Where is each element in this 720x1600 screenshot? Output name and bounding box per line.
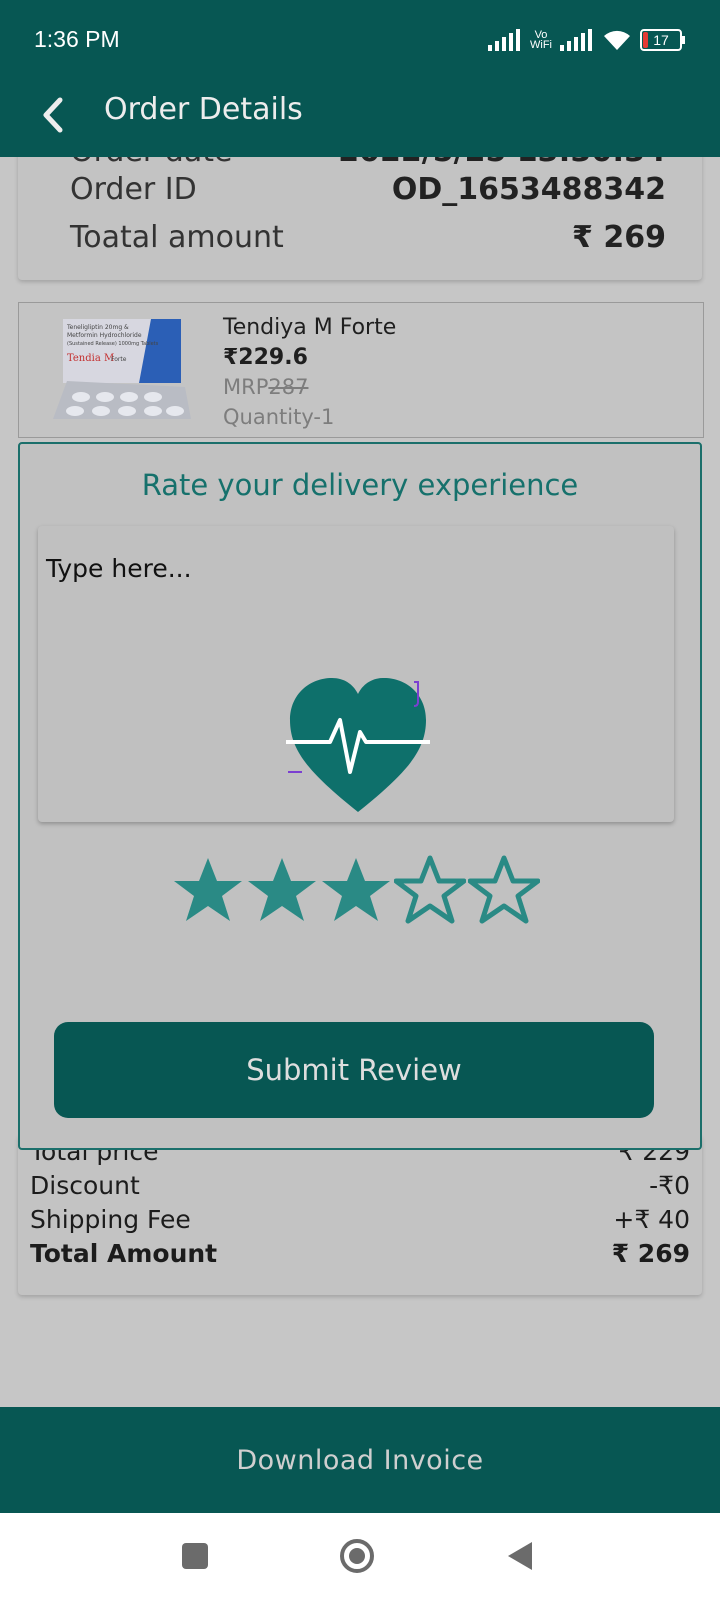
order-id-label: Order ID <box>70 172 197 207</box>
recents-square-icon[interactable] <box>176 1537 214 1575</box>
product-price: ₹229.6 <box>223 345 308 370</box>
shipping-row: Shipping Fee +₹ 40 <box>30 1205 690 1234</box>
status-time: 1:36 PM <box>34 26 120 52</box>
svg-text:Metformin Hydrochloride: Metformin Hydrochloride <box>67 332 142 339</box>
star-filled-icon[interactable] <box>246 854 318 926</box>
cellular-signal-2-icon <box>560 29 592 51</box>
order-amount-row: Toatal amount ₹ 269 <box>70 220 666 255</box>
rating-dialog: Rate your delivery experience Submit Rev… <box>18 442 702 1150</box>
product-mrp-label: MRP <box>223 375 269 399</box>
discount-row: Discount -₹0 <box>30 1171 690 1200</box>
download-invoice-button[interactable]: Download Invoice <box>0 1407 720 1513</box>
price-summary-card: Total price ₹ 229 Discount -₹0 Shipping … <box>18 1135 702 1295</box>
status-icons: Vo WiFi 17 <box>488 26 685 54</box>
product-mrp: MRP287 <box>223 375 308 399</box>
status-bar: 1:36 PM Vo WiFi 17 <box>0 0 720 80</box>
order-amount-label: Toatal amount <box>70 220 284 255</box>
battery-icon: 17 <box>640 29 685 51</box>
submit-review-button[interactable]: Submit Review <box>54 1022 654 1118</box>
page-title: Order Details <box>104 92 303 127</box>
battery-level: 17 <box>653 32 669 48</box>
discount-label: Discount <box>30 1171 140 1200</box>
shipping-value: +₹ 40 <box>613 1205 690 1234</box>
app-bar: Order Details <box>0 80 720 157</box>
product-image: Teneligliptin 20mg & Metformin Hydrochlo… <box>53 319 191 419</box>
product-quantity: Quantity-1 <box>223 405 335 429</box>
total-amount-value: ₹ 269 <box>611 1239 690 1268</box>
system-nav-bar <box>0 1513 720 1600</box>
svg-text:Forte: Forte <box>111 356 127 363</box>
vowifi-icon: Vo WiFi <box>530 29 552 51</box>
svg-text:Teneligliptin 20mg &: Teneligliptin 20mg & <box>66 324 129 331</box>
star-filled-icon[interactable] <box>320 854 392 926</box>
shipping-label: Shipping Fee <box>30 1205 191 1234</box>
rating-stars <box>172 854 540 926</box>
total-amount-row: Total Amount ₹ 269 <box>30 1239 690 1268</box>
home-circle-icon[interactable] <box>338 1537 376 1575</box>
dialog-title: Rate your delivery experience <box>141 468 579 502</box>
order-id-value: OD_1653488342 <box>391 172 666 207</box>
total-amount-label: Total Amount <box>30 1239 218 1268</box>
product-name: Tendiya M Forte <box>223 315 397 340</box>
discount-value: -₹0 <box>649 1171 690 1200</box>
star-filled-icon[interactable] <box>172 854 244 926</box>
wifi-icon <box>604 30 630 50</box>
svg-text:(Sustained Release) 1000mg Tab: (Sustained Release) 1000mg Tablets <box>67 341 159 347</box>
star-outline-icon[interactable] <box>468 854 540 926</box>
svg-text:Tendia M: Tendia M <box>67 353 114 364</box>
product-mrp-value: 287 <box>268 375 309 399</box>
back-triangle-icon[interactable] <box>500 1537 538 1575</box>
review-box <box>38 526 674 822</box>
back-arrow-icon[interactable] <box>34 90 74 140</box>
order-amount-value: ₹ 269 <box>572 220 666 255</box>
heart-pulse-icon <box>286 678 430 812</box>
order-id-row: Order ID OD_1653488342 <box>70 172 666 207</box>
star-outline-icon[interactable] <box>394 854 466 926</box>
product-card[interactable]: Teneligliptin 20mg & Metformin Hydrochlo… <box>18 302 704 438</box>
cellular-signal-icon <box>488 29 520 51</box>
